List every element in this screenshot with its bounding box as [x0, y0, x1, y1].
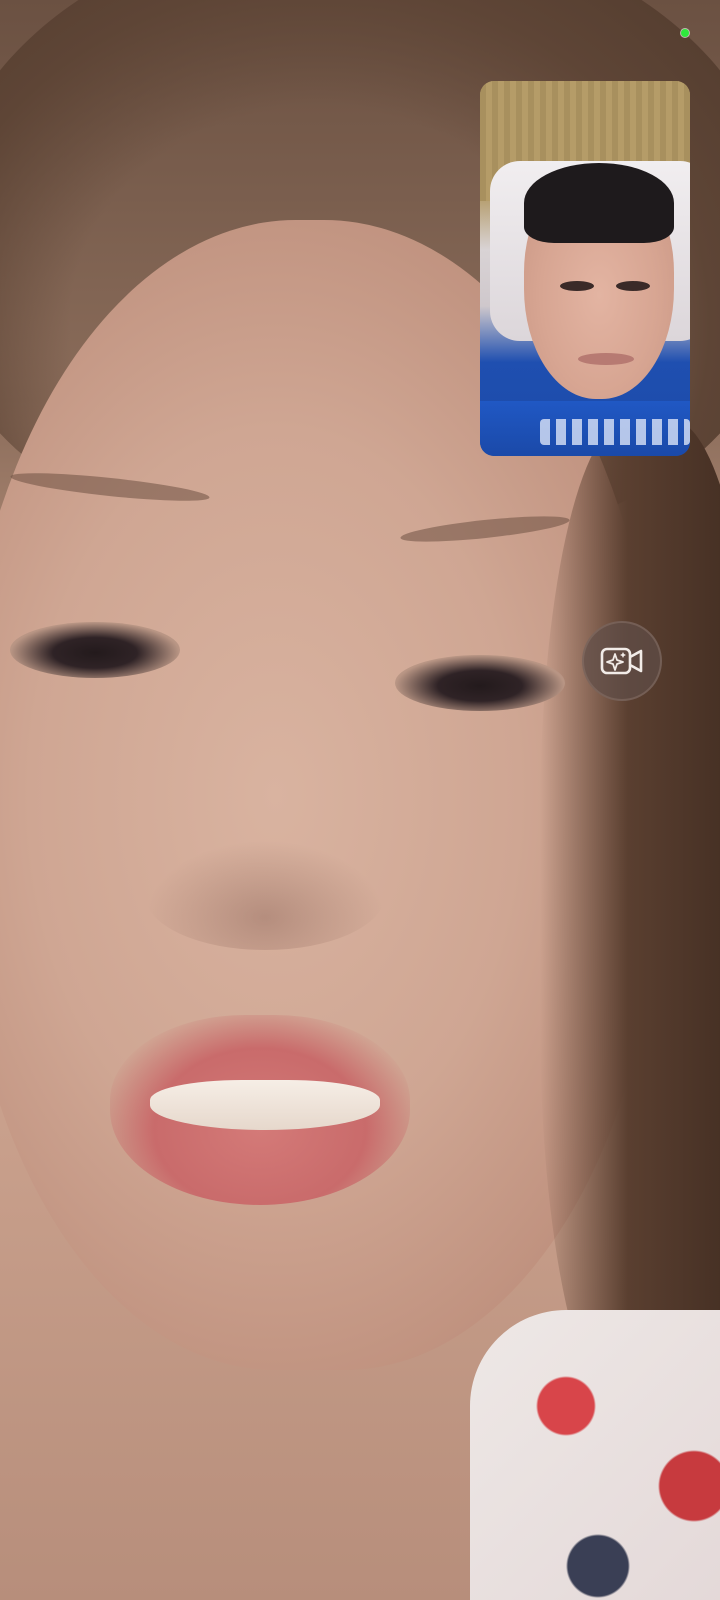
- self-view-left-eye: [560, 281, 594, 291]
- remote-video-teeth: [150, 1080, 380, 1130]
- video-sparkle-icon: [600, 647, 643, 675]
- remote-video-nose: [145, 840, 385, 950]
- self-view-mouth: [578, 353, 634, 365]
- self-view-right-eye: [616, 281, 650, 291]
- remote-video-left-eye: [10, 622, 180, 678]
- remote-video-hair-side-region: [540, 420, 720, 1420]
- remote-video-right-eye: [395, 655, 565, 711]
- remote-video-shirt: [470, 1310, 720, 1600]
- video-effects-button[interactable]: [582, 621, 662, 701]
- camera-in-use-indicator: [681, 29, 689, 37]
- self-view-shirt-print: [540, 419, 690, 445]
- video-call-screen: [0, 0, 720, 1600]
- self-view-hair: [524, 163, 674, 243]
- self-view-pip[interactable]: [480, 81, 690, 456]
